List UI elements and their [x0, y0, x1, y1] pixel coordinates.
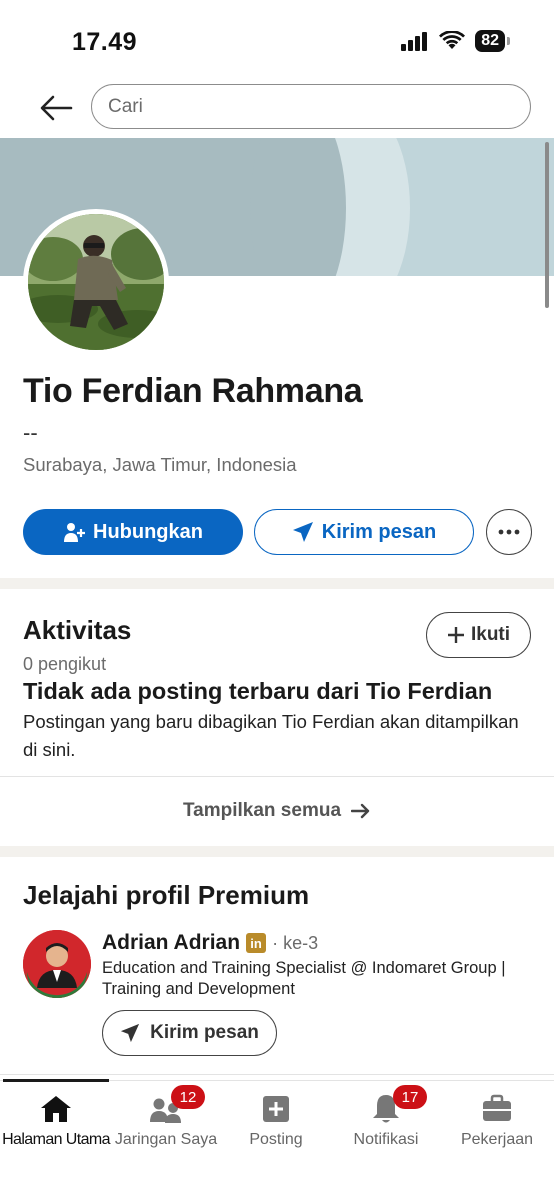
section-divider	[0, 846, 554, 857]
connection-degree: · ke-3	[272, 932, 319, 953]
bottom-navigation: Halaman Utama 12 Jaringan Saya Posting 1…	[0, 1079, 554, 1200]
nav-label: Jaringan Saya	[114, 1131, 218, 1148]
nav-label: Notifikasi	[353, 1131, 419, 1148]
post-icon	[261, 1091, 291, 1127]
status-icons: 82	[401, 30, 510, 52]
plus-icon	[447, 627, 464, 643]
arrow-right-icon	[351, 803, 370, 819]
briefcase-icon	[481, 1091, 513, 1127]
profile-headline: --	[23, 420, 38, 445]
follower-count: 0 pengikut	[23, 654, 107, 674]
nav-item-network[interactable]: 12 Jaringan Saya	[111, 1085, 221, 1149]
battery-tip	[507, 37, 510, 45]
status-bar: 17.49 82	[0, 0, 554, 80]
paper-plane-icon	[121, 1023, 140, 1043]
send-message-label: Kirim pesan	[321, 520, 437, 543]
nav-item-notifications[interactable]: 17 Notifikasi	[331, 1085, 441, 1149]
follow-button-label: Ikuti	[470, 624, 511, 645]
nav-item-jobs[interactable]: Pekerjaan	[442, 1091, 552, 1149]
paper-plane-icon	[292, 522, 313, 542]
show-all-button[interactable]: Tampilkan semua	[0, 796, 554, 826]
premium-send-message-label: Kirim pesan	[150, 1022, 259, 1043]
premium-profile-photo	[23, 930, 91, 998]
premium-section-title: Jelajahi profil Premium	[23, 880, 310, 910]
network-badge: 12	[171, 1085, 205, 1109]
nav-item-home[interactable]: Halaman Utama	[1, 1091, 111, 1149]
add-person-icon	[64, 523, 85, 542]
premium-send-message-button[interactable]: Kirim pesan	[102, 1010, 277, 1056]
arrow-left-icon	[40, 95, 73, 121]
premium-person-headline: Education and Training Specialist @ Indo…	[102, 959, 506, 998]
search-input[interactable]: Cari	[91, 84, 531, 129]
activity-title: Aktivitas	[23, 615, 132, 645]
linkedin-premium-icon: in	[246, 933, 267, 953]
cellular-signal-icon	[401, 32, 428, 51]
profile-photo	[28, 214, 164, 350]
connect-button-label: Hubungkan	[93, 520, 203, 543]
search-placeholder: Cari	[108, 95, 143, 117]
more-horizontal-icon	[498, 529, 520, 535]
scrollbar[interactable]	[545, 142, 549, 308]
notifications-badge: 17	[393, 1085, 427, 1109]
nav-label: Halaman Utama	[2, 1131, 110, 1148]
home-icon	[39, 1091, 73, 1127]
bell-icon: 17	[371, 1085, 427, 1127]
back-button[interactable]	[36, 88, 76, 128]
divider-line	[0, 1074, 554, 1075]
send-message-button[interactable]: Kirim pesan	[254, 509, 474, 555]
nav-active-indicator	[3, 1079, 109, 1082]
connect-button[interactable]: Hubungkan	[23, 509, 243, 555]
nav-item-post[interactable]: Posting	[221, 1091, 331, 1149]
premium-profile-avatar[interactable]	[23, 930, 91, 998]
nav-label: Pekerjaan	[460, 1131, 534, 1148]
follow-button[interactable]: Ikuti	[426, 612, 531, 658]
premium-person-name[interactable]: Adrian Adrian	[102, 931, 240, 955]
wifi-icon	[439, 31, 466, 49]
battery-level: 82	[475, 30, 505, 52]
battery-indicator: 82	[475, 30, 510, 52]
no-posts-title: Tidak ada posting terbaru dari Tio Ferdi…	[23, 678, 493, 704]
banner-shape	[250, 138, 346, 276]
profile-avatar[interactable]	[23, 209, 169, 355]
people-icon: 12	[149, 1085, 205, 1127]
profile-name: Tio Ferdian Rahmana	[23, 372, 363, 410]
show-all-label: Tampilkan semua	[182, 800, 342, 821]
premium-name-row: Adrian Adrian in · ke-3	[102, 931, 318, 955]
no-posts-description: Postingan yang baru dibagikan Tio Ferdia…	[23, 711, 519, 760]
divider-line	[0, 776, 554, 777]
section-divider	[0, 578, 554, 589]
search-header: Cari	[0, 80, 554, 136]
nav-label: Posting	[249, 1131, 303, 1148]
more-options-button[interactable]	[486, 509, 532, 555]
status-time: 17.49	[72, 28, 138, 56]
profile-location: Surabaya, Jawa Timur, Indonesia	[23, 454, 297, 475]
